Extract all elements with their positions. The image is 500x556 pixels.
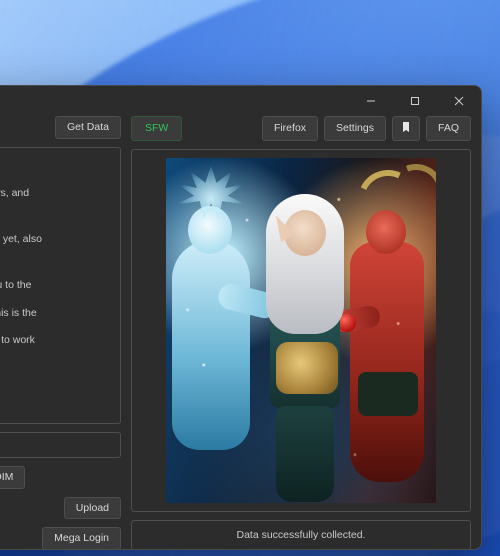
get-data-button[interactable]: Get Data [55, 116, 121, 139]
file-name-field[interactable]: ain_1708988459.jpg [0, 432, 121, 458]
upload-button[interactable]: Upload [64, 497, 121, 520]
close-button[interactable] [437, 86, 481, 116]
mega-login-button[interactable]: Mega Login [42, 527, 121, 550]
sfw-toggle[interactable]: SFW [131, 116, 182, 141]
description-box: s: , face spikes, body spikes, claws, an… [0, 147, 121, 425]
description-line: versatile outfit ready to take you to th… [0, 277, 108, 295]
bookmark-icon [400, 121, 412, 133]
description-line: ur heart or a horde of beings, this is t… [0, 305, 108, 323]
maximize-button[interactable] [393, 86, 437, 116]
no-dim-button[interactable]: No DIM [0, 466, 25, 489]
settings-button[interactable]: Settings [324, 116, 386, 141]
faq-button[interactable]: FAQ [426, 116, 471, 141]
minimize-button[interactable] [349, 86, 393, 116]
description-line: s our longest hair for Genesis 9 yet, al… [0, 231, 108, 249]
app-window: Get Data s: , face spikes, body spikes, … [0, 85, 482, 550]
description-line: own creation. [0, 203, 108, 221]
status-bar: Data successfully collected. [131, 520, 471, 550]
description-line: s: [0, 158, 108, 176]
image-preview [131, 149, 471, 512]
description-line: ou to move it around. [0, 249, 108, 267]
preview-artwork [166, 158, 436, 503]
bookmark-button[interactable] [392, 116, 420, 141]
titlebar [0, 86, 481, 116]
description-line: , face spikes, body spikes, claws, and [0, 185, 108, 203]
description-line: form, 1 set also includes poses to work [0, 332, 108, 350]
firefox-button[interactable]: Firefox [262, 116, 318, 141]
